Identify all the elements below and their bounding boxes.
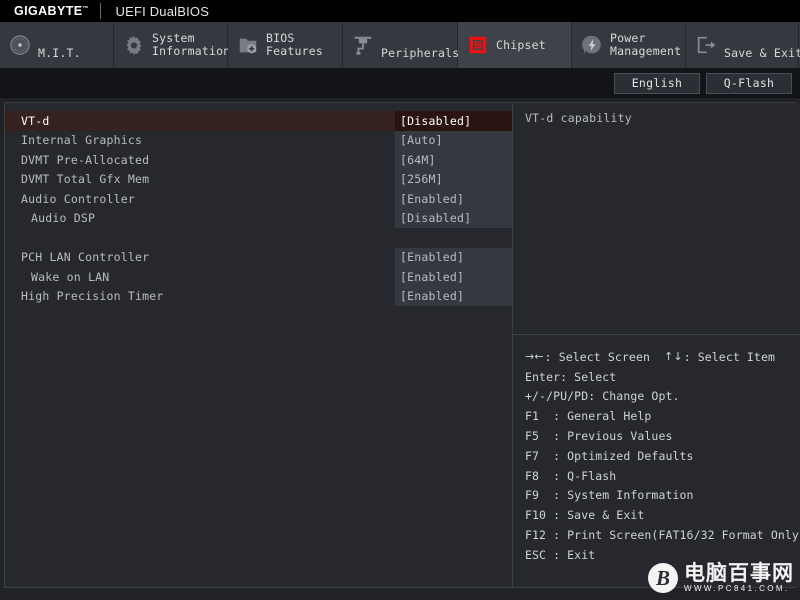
- settings-row-value[interactable]: [Disabled]: [395, 111, 512, 131]
- gauge-icon: [9, 34, 31, 56]
- settings-row[interactable]: DVMT Total Gfx Mem[256M]: [5, 170, 512, 190]
- settings-row-value[interactable]: [Disabled]: [395, 209, 512, 229]
- key-legend-text: : Select Screen: [545, 350, 664, 364]
- help-pane: VT-d capability →←: Select Screen ↑↓: Se…: [513, 103, 800, 587]
- tab-system-information[interactable]: System Information: [114, 22, 228, 68]
- settings-row-label: PCH LAN Controller: [5, 250, 395, 264]
- settings-row-label: DVMT Pre-Allocated: [5, 153, 395, 167]
- settings-list: VT-d[Disabled]Internal Graphics[Auto]DVM…: [5, 103, 513, 587]
- plug-icon: [352, 34, 374, 56]
- key-legend-text: Enter: Select: [525, 370, 616, 384]
- power-bolt-icon: [581, 34, 603, 56]
- bios-screen: GIGABYTE™ UEFI DualBIOS M.I.T. System In…: [0, 0, 800, 600]
- brand-bar: GIGABYTE™ UEFI DualBIOS: [0, 0, 800, 22]
- tab-bios-features-label: BIOS Features: [266, 32, 323, 58]
- key-legend-row: F7 : Optimized Defaults: [525, 446, 800, 466]
- tab-save-exit-label: Save & Exit: [724, 47, 800, 68]
- exit-door-icon: [695, 34, 717, 56]
- settings-row[interactable]: Internal Graphics[Auto]: [5, 131, 512, 151]
- key-legend-text: ESC : Exit: [525, 548, 595, 562]
- chip-icon: [467, 34, 489, 56]
- qflash-button[interactable]: Q-Flash: [706, 73, 792, 94]
- key-legend-text: +/-/PU/PD: Change Opt.: [525, 389, 680, 403]
- brand-subtitle: UEFI DualBIOS: [115, 4, 209, 19]
- gear-icon: [123, 34, 145, 56]
- key-legend-text: F9 : System Information: [525, 488, 694, 502]
- settings-row[interactable]: Audio DSP[Disabled]: [5, 209, 512, 229]
- tab-save-exit[interactable]: Save & Exit: [686, 22, 799, 68]
- gigabyte-logo-text: GIGABYTE: [14, 4, 82, 18]
- select-item-arrows-icon: ↑↓: [664, 350, 684, 363]
- settings-row-label: VT-d: [5, 114, 395, 128]
- key-legend-text: F1 : General Help: [525, 409, 651, 423]
- key-legend-text: F12 : Print Screen(FAT16/32 Format Only): [525, 528, 800, 542]
- settings-row-value[interactable]: [Auto]: [395, 131, 512, 151]
- key-legend-row: F1 : General Help: [525, 406, 800, 426]
- settings-row[interactable]: Wake on LAN[Enabled]: [5, 267, 512, 287]
- tab-mit[interactable]: M.I.T.: [0, 22, 114, 68]
- key-legend: →←: Select Screen ↑↓: Select Item Enter: …: [513, 335, 800, 587]
- key-legend-text: F10 : Save & Exit: [525, 508, 644, 522]
- settings-row[interactable]: High Precision Timer[Enabled]: [5, 287, 512, 307]
- tab-chipset-label: Chipset: [496, 39, 546, 52]
- gigabyte-logo: GIGABYTE™: [0, 4, 88, 18]
- utility-bar: English Q-Flash: [0, 68, 800, 98]
- key-legend-row: F12 : Print Screen(FAT16/32 Format Only): [525, 525, 800, 545]
- key-legend-row: F9 : System Information: [525, 486, 800, 506]
- select-screen-arrows-icon: →←: [525, 350, 545, 363]
- key-legend-row: +/-/PU/PD: Change Opt.: [525, 387, 800, 407]
- tab-system-information-label: System Information: [152, 32, 230, 58]
- tab-peripherals-label: Peripherals: [381, 47, 459, 68]
- language-button[interactable]: English: [614, 73, 700, 94]
- key-legend-text: F5 : Previous Values: [525, 429, 673, 443]
- tab-chipset[interactable]: Chipset: [458, 22, 572, 68]
- trademark-symbol: ™: [82, 6, 88, 12]
- key-legend-row: F8 : Q-Flash: [525, 466, 800, 486]
- settings-row-value: [395, 228, 512, 248]
- settings-row-value[interactable]: [Enabled]: [395, 189, 512, 209]
- settings-row-label: DVMT Total Gfx Mem: [5, 172, 395, 186]
- settings-row[interactable]: DVMT Pre-Allocated[64M]: [5, 150, 512, 170]
- help-description: VT-d capability: [513, 103, 800, 335]
- settings-row-label: Wake on LAN: [5, 270, 395, 284]
- settings-row-label: Audio DSP: [5, 211, 395, 225]
- settings-row-label: High Precision Timer: [5, 289, 395, 303]
- brand-divider: [100, 3, 101, 19]
- settings-row[interactable]: VT-d[Disabled]: [5, 111, 512, 131]
- tab-peripherals[interactable]: Peripherals: [343, 22, 458, 68]
- key-legend-text-secondary: : Select Item: [684, 350, 775, 364]
- tab-power-management-label: Power Management: [610, 32, 681, 58]
- key-legend-row: ESC : Exit: [525, 545, 800, 565]
- content-frame: VT-d[Disabled]Internal Graphics[Auto]DVM…: [4, 102, 796, 588]
- key-legend-row: F10 : Save & Exit: [525, 505, 800, 525]
- key-legend-text: F8 : Q-Flash: [525, 469, 616, 483]
- tab-bios-features[interactable]: BIOS Features: [228, 22, 343, 68]
- settings-row[interactable]: Audio Controller[Enabled]: [5, 189, 512, 209]
- settings-row-label: Audio Controller: [5, 192, 395, 206]
- settings-row-value[interactable]: [64M]: [395, 150, 512, 170]
- key-legend-text: F7 : Optimized Defaults: [525, 449, 694, 463]
- settings-row-value[interactable]: [Enabled]: [395, 267, 512, 287]
- tab-mit-label: M.I.T.: [38, 47, 81, 68]
- main-tab-bar: M.I.T. System Information BIOS Features: [0, 22, 800, 68]
- settings-row-value[interactable]: [256M]: [395, 170, 512, 190]
- settings-row-value[interactable]: [Enabled]: [395, 287, 512, 307]
- folder-plus-icon: [237, 34, 259, 56]
- settings-row-label: Internal Graphics: [5, 133, 395, 147]
- key-legend-row: →←: Select Screen ↑↓: Select Item: [525, 347, 800, 367]
- key-legend-row: F5 : Previous Values: [525, 426, 800, 446]
- settings-row-value[interactable]: [Enabled]: [395, 248, 512, 268]
- settings-row[interactable]: PCH LAN Controller[Enabled]: [5, 248, 512, 268]
- key-legend-row: Enter: Select: [525, 367, 800, 387]
- tab-power-management[interactable]: Power Management: [572, 22, 686, 68]
- settings-row-spacer: [5, 228, 512, 248]
